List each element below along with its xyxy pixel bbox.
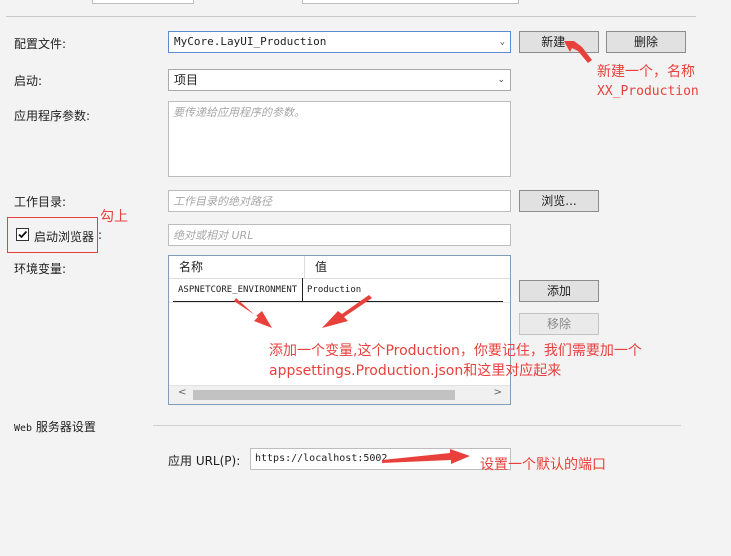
arrow-to-env-value: [322, 295, 372, 328]
arrow-to-env-name: [234, 298, 272, 328]
annotation-arrows: [234, 41, 592, 464]
arrow-to-new-button: [564, 41, 592, 63]
arrow-to-app-url: [382, 449, 470, 464]
